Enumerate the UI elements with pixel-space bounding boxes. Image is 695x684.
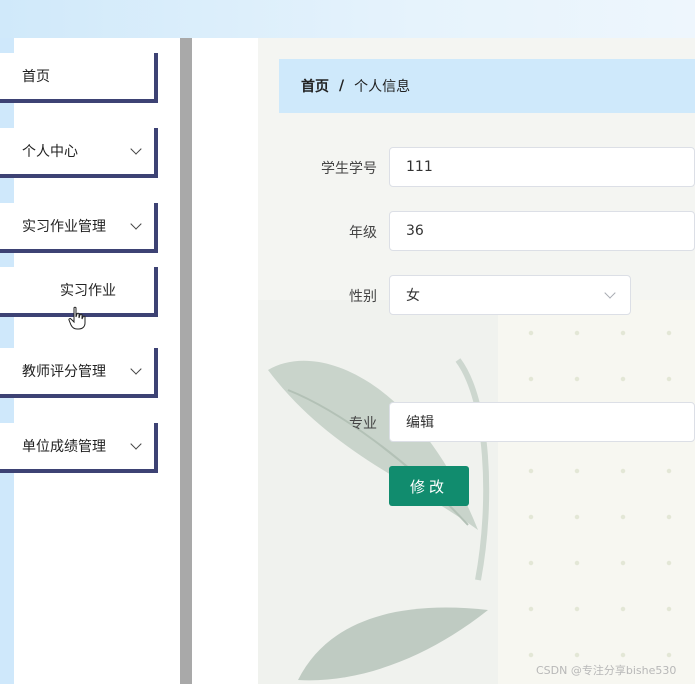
sidebar-item-internship-work-management[interactable]: 实习作业管理 xyxy=(0,203,158,253)
content-gutter xyxy=(192,38,258,684)
sidebar-item-personal-center[interactable]: 个人中心 xyxy=(0,128,158,178)
chevron-down-icon xyxy=(130,363,142,375)
sidebar-item-home[interactable]: 首页 xyxy=(0,53,158,103)
breadcrumb-current: 个人信息 xyxy=(354,79,411,95)
sidebar-item-teacher-score-management[interactable]: 教师评分管理 xyxy=(0,348,158,398)
grade-value: 36 xyxy=(406,223,424,239)
chevron-down-icon xyxy=(604,287,616,299)
student-no-label: 学生学号 xyxy=(321,161,377,177)
student-no-input[interactable]: 111 xyxy=(389,147,695,187)
breadcrumb: 首页 / 个人信息 xyxy=(279,59,695,113)
sidebar-divider xyxy=(180,38,192,684)
chevron-down-icon xyxy=(130,438,142,450)
gender-label: 性别 xyxy=(349,289,377,305)
major-label: 专业 xyxy=(349,416,377,432)
modify-button[interactable]: 修改 xyxy=(389,466,469,506)
gender-select[interactable]: 女 xyxy=(389,275,631,315)
sidebar-item-label: 个人中心 xyxy=(22,144,78,160)
watermark: CSDN @专注分享bishe530 xyxy=(536,664,677,677)
sidebar-item-label: 实习作业管理 xyxy=(22,219,106,235)
top-background xyxy=(0,0,695,38)
grade-label: 年级 xyxy=(349,225,377,241)
chevron-down-icon xyxy=(130,143,142,155)
breadcrumb-separator: / xyxy=(339,78,345,94)
dotted-background xyxy=(498,300,695,684)
sidebar-item-label: 首页 xyxy=(22,69,50,85)
major-input[interactable]: 编辑 xyxy=(389,402,695,442)
chevron-down-icon xyxy=(130,218,142,230)
sidebar-item-label: 教师评分管理 xyxy=(22,364,106,380)
sidebar-item-label: 单位成绩管理 xyxy=(22,439,106,455)
hand-cursor-icon xyxy=(68,306,86,330)
breadcrumb-home-link[interactable]: 首页 xyxy=(301,76,329,96)
student-no-value: 111 xyxy=(406,159,433,175)
gender-value: 女 xyxy=(406,288,420,304)
sidebar-item-company-score-management[interactable]: 单位成绩管理 xyxy=(0,423,158,473)
major-value: 编辑 xyxy=(406,415,434,431)
sidebar-item-label: 实习作业 xyxy=(60,283,116,299)
grade-input[interactable]: 36 xyxy=(389,211,695,251)
